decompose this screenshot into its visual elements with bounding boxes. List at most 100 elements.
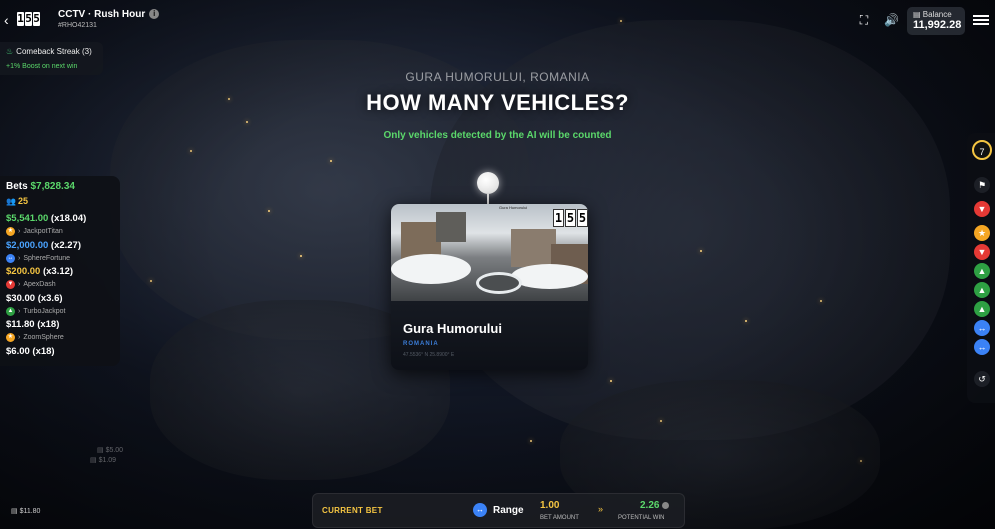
logo-digit: 5 (33, 12, 40, 26)
camera-coords: 47.5536° N 25.8900° E (403, 352, 455, 358)
bet-multiplier: (x3.6) (37, 292, 63, 304)
pin-stem (487, 194, 489, 204)
down-red-icon[interactable]: ▼ (974, 201, 990, 217)
bets-panel[interactable]: Bets $7,828.34 👥 25 $5,541.00 (x18.04) ★ › J… (0, 176, 120, 366)
bet-entry[interactable]: $6.00 (x18) (6, 346, 116, 357)
potential-win-value: 2.26 (640, 500, 660, 511)
flag-icon[interactable]: ⚑ (974, 177, 990, 193)
camera-logo-digit: 5 (577, 209, 588, 227)
flame-icon: ♨ (6, 47, 14, 56)
coin-icon (662, 501, 670, 509)
question-headline: HOW MANY VEHICLES? (366, 90, 629, 115)
logo-digit: 1 (17, 12, 24, 26)
bet-amount-value[interactable]: 1.00 (540, 500, 559, 511)
bet-user-row: ↔ › SphereFortune (6, 253, 116, 263)
bet-amount-value: $11.80 (6, 319, 35, 330)
bet-entry[interactable]: $2,000.00 (x2.27) ↔ › SphereFortune (6, 240, 116, 263)
history-icon[interactable]: ↺ (974, 371, 990, 387)
corner-bet: ▤ $11.80 (11, 507, 40, 515)
bet-entry[interactable]: $5,541.00 (x18.04) ★ › JackpotTitan (6, 213, 116, 236)
bet-type-badge-icon: ★ (6, 333, 15, 342)
bet-multiplier: (x2.27) (50, 239, 82, 251)
bet-username: SphereFortune (23, 254, 71, 262)
bet-username: ApexDash (23, 281, 56, 288)
camera-country: ROMANIA (403, 341, 439, 347)
bet-amount-value: $30.00 (6, 292, 36, 304)
bet-username: JackpotTitan (23, 228, 63, 235)
camera-logo: 1 5 5 (553, 209, 588, 227)
timer-value: 7 (979, 147, 985, 157)
down-red-icon[interactable]: ▼ (974, 244, 990, 260)
up-green-icon[interactable]: ▲ (974, 263, 990, 279)
bet-multiplier: (x18) (32, 345, 55, 357)
camera-info: Gura Humorului ROMANIA 47.5536° N 25.890… (391, 301, 588, 370)
camera-card[interactable]: Gura Humorului 1 5 5 Gura Humorului ROMA… (391, 204, 588, 370)
double-chevron-icon: » (598, 504, 604, 514)
bet-user-row: ★ › ZoomSphere (6, 333, 116, 342)
range-button[interactable]: ↔ Range (473, 499, 531, 521)
bet-user-row: ★ › JackpotTitan (6, 227, 116, 236)
balance-value: 11,992.28 (913, 19, 962, 31)
bet-entry[interactable]: $200.00 (x3.12) ▼ › ApexDash (6, 266, 116, 289)
up-green-icon[interactable]: ▲ (974, 301, 990, 317)
ghost-bet: ▤ $1.09 (90, 456, 116, 464)
roundabout (476, 272, 522, 294)
chevron-right-icon: › (18, 307, 21, 315)
camera-city: Gura Humorului (403, 321, 502, 336)
volume-icon[interactable]: 🔊 (884, 13, 899, 27)
location-pin-icon (477, 172, 499, 194)
bet-amount-value: $5,541.00 (6, 213, 49, 224)
swap-blue-icon[interactable]: ↔ (974, 339, 990, 355)
bet-username: TurboJackpot (23, 307, 66, 315)
chevron-right-icon: › (18, 334, 21, 341)
bet-amount-value: $6.00 (6, 345, 30, 357)
timer-icon: 7 (972, 140, 992, 160)
bet-username: ZoomSphere (23, 334, 64, 341)
bet-multiplier: (x18) (37, 319, 60, 330)
game-title: CCTV · Rush Hour (58, 9, 146, 20)
bet-entry[interactable]: $11.80 (x18) ★ › ZoomSphere (6, 319, 116, 342)
up-green-icon[interactable]: ▲ (974, 282, 990, 298)
hamburger-menu-icon[interactable] (973, 13, 989, 27)
camera-feed-image: Gura Humorului 1 5 5 (391, 204, 588, 301)
camera-stamp: Gura Humorului (499, 205, 528, 210)
wallet-icon: ▤ (913, 10, 923, 19)
wallet-icon: ▤ (11, 508, 20, 515)
bet-type-badge-icon: ▼ (6, 280, 15, 289)
bet-amount: $2,000.00 (x2.27) (6, 240, 116, 251)
current-bet-label: CURRENT BET (322, 506, 383, 515)
bet-entry[interactable]: $30.00 (x3.6) ▲ › TurboJackpot (6, 293, 116, 316)
swap-icon: ↔ (473, 503, 487, 517)
bet-bar: CURRENT BET ↔ Range 1.00 BET AMOUNT » 2.… (312, 493, 685, 528)
camera-logo-digit: 1 (553, 209, 564, 227)
bet-amount: $11.80 (x18) (6, 319, 116, 330)
fullscreen-icon[interactable]: ⛶ (857, 13, 871, 27)
swap-blue-icon[interactable]: ↔ (974, 320, 990, 336)
ghost-bet-icon: ▤ (90, 457, 99, 464)
ghost-bet-value: $1.09 (98, 457, 117, 464)
round-id: #RHO42131 (58, 22, 97, 29)
back-arrow-icon[interactable]: ‹ (4, 12, 16, 28)
players-icon: 👥 (6, 197, 16, 206)
player-count: 25 (17, 196, 28, 206)
bet-amount: $30.00 (x3.6) (6, 293, 116, 304)
game-title-block: CCTV · Rush Hour i #RHO42131 (58, 9, 160, 29)
logo[interactable]: 1 5 5 (17, 12, 40, 26)
ghost-bet-icon: ▤ (97, 447, 106, 454)
streak-boost: +1% Boost on next win (6, 63, 78, 70)
range-label: Range (493, 504, 524, 516)
bet-amount: $200.00 (x3.12) (6, 266, 116, 277)
bet-multiplier: (x3.12) (42, 266, 74, 277)
chevron-right-icon: › (18, 228, 21, 235)
bet-type-badge-icon: ↔ (6, 253, 15, 263)
bet-amount-value: $200.00 (6, 266, 41, 277)
bets-label: Bets (6, 181, 28, 192)
question-subline: Only vehicles detected by the AI will be… (383, 130, 612, 141)
bet-amount-label: BET AMOUNT (540, 515, 579, 521)
info-icon[interactable]: i (149, 9, 160, 20)
bets-total: $7,828.34 (30, 181, 75, 192)
balance-box[interactable]: ▤ Balance 11,992.28 (907, 7, 965, 35)
streak-title: Comeback Streak (3) (16, 47, 92, 56)
star-icon[interactable]: ★ (974, 225, 990, 241)
top-bar: ‹ 1 5 5 CCTV · Rush Hour i #RHO42131 ⛶ 🔊 … (0, 0, 995, 40)
